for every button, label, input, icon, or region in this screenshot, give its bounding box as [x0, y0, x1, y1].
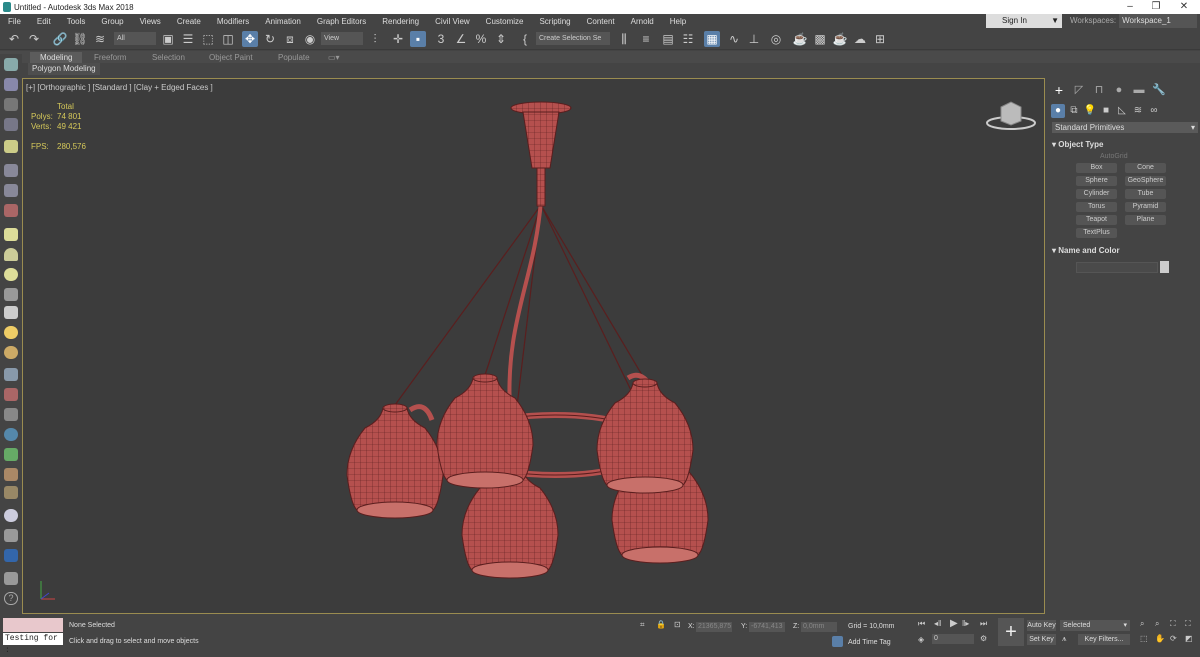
pyramid-button[interactable]: Pyramid: [1125, 202, 1166, 212]
object-color-swatch[interactable]: [1160, 261, 1169, 273]
key-mode-toggle-icon[interactable]: ◈: [918, 635, 924, 644]
orbit-icon[interactable]: ⟳: [1170, 634, 1177, 643]
lamp-shade-opening: [471, 561, 549, 579]
category-value: Standard Primitives: [1055, 123, 1125, 132]
space-warps-icon[interactable]: ≋: [1131, 104, 1145, 118]
y-label: Y:: [741, 623, 748, 630]
lamp-shade-neck: [632, 378, 658, 388]
z-coordinate-field[interactable]: 0,0mm: [801, 622, 837, 632]
lamp-shade-neck: [472, 373, 498, 383]
tube-button[interactable]: Tube: [1125, 189, 1166, 199]
downrod: [536, 167, 546, 207]
geometry-icon[interactable]: ●: [1051, 104, 1065, 118]
cameras-icon[interactable]: ■: [1099, 104, 1113, 118]
zoom-all-icon[interactable]: ⌕: [1155, 619, 1159, 629]
name-and-color-rollout[interactable]: ▾ Name and Color: [1052, 246, 1192, 255]
lamp-shade-opening: [621, 546, 699, 564]
systems-icon[interactable]: ∞: [1147, 104, 1161, 118]
utilities-tab-icon[interactable]: 🔧: [1150, 82, 1168, 98]
lamp-shade-opening: [606, 476, 684, 494]
lamp-shade: [596, 382, 694, 486]
maxscript-input[interactable]: Testing for :: [3, 633, 63, 655]
hierarchy-tab-icon[interactable]: ⊓: [1090, 82, 1108, 98]
cylinder-button[interactable]: Cylinder: [1076, 189, 1117, 199]
textplus-button[interactable]: TextPlus: [1076, 228, 1117, 238]
lamp-shade-opening: [356, 501, 434, 519]
z-label: Z:: [793, 623, 800, 630]
lamp-arm: [408, 404, 435, 421]
set-keys-button[interactable]: +: [998, 618, 1024, 646]
cone-button[interactable]: Cone: [1125, 163, 1166, 173]
chevron-down-icon: ▾: [1190, 123, 1195, 132]
modify-tab-icon[interactable]: ◸: [1070, 82, 1088, 98]
plane-button[interactable]: Plane: [1125, 215, 1166, 225]
zoom-extents-icon[interactable]: ⛶: [1170, 619, 1176, 629]
key-mode-dropdown[interactable]: Selected ▾: [1060, 620, 1130, 631]
maxscript-listener-output[interactable]: [3, 618, 63, 632]
lamp-shade: [346, 407, 444, 511]
go-to-end-icon[interactable]: ⏭: [980, 619, 987, 629]
shapes-icon[interactable]: ⧉: [1067, 104, 1081, 118]
helpers-icon[interactable]: ◺: [1115, 104, 1129, 118]
prompt-text: Click and drag to select and move object…: [69, 638, 199, 645]
lights-icon[interactable]: 💡: [1083, 104, 1097, 118]
current-frame-field[interactable]: 0: [932, 634, 974, 644]
geosphere-button[interactable]: GeoSphere: [1125, 176, 1166, 186]
chevron-down-icon: ▾: [1123, 622, 1127, 629]
autogrid-checkbox[interactable]: AutoGrid: [1100, 153, 1128, 160]
key-filters-button[interactable]: Key Filters...: [1078, 634, 1130, 645]
object-type-title: Object Type: [1058, 140, 1104, 149]
sphere-button[interactable]: Sphere: [1076, 176, 1117, 186]
play-icon[interactable]: ▶: [950, 618, 958, 629]
x-coordinate-field[interactable]: 21365,875: [696, 622, 732, 632]
zoom-icon[interactable]: ⌕: [1140, 619, 1144, 629]
lock-icon[interactable]: 🔒: [656, 620, 666, 629]
command-panel: + ◸ ⊓ ● ▬ 🔧 ● ⧉ 💡 ■ ◺ ≋ ∞ Standard Primi…: [1048, 78, 1200, 614]
default-in-out-tangents-icon[interactable]: ⩚: [1062, 634, 1067, 644]
create-tab-icon[interactable]: +: [1050, 82, 1068, 98]
time-configuration-icon[interactable]: ⚙: [980, 634, 987, 643]
teapot-button[interactable]: Teapot: [1076, 215, 1117, 225]
name-and-color-title: Name and Color: [1058, 246, 1120, 255]
field-of-view-icon[interactable]: ⬚: [1140, 634, 1148, 643]
set-key-button[interactable]: Set Key: [1027, 634, 1056, 645]
lamp-shade-opening: [446, 471, 524, 489]
suspension-wire: [540, 204, 646, 381]
zoom-extents-all-icon[interactable]: ⛶: [1185, 619, 1191, 629]
previous-frame-icon[interactable]: ◂‖: [934, 619, 941, 628]
selection-status: None Selected: [69, 622, 115, 629]
go-to-start-icon[interactable]: ⏮: [918, 619, 925, 629]
lamp-shade-neck: [382, 403, 408, 413]
canopy-cone: [522, 111, 560, 169]
add-time-tag-button[interactable]: Add Time Tag: [848, 639, 891, 646]
box-button[interactable]: Box: [1076, 163, 1117, 173]
next-frame-icon[interactable]: ‖▸: [962, 619, 969, 628]
motion-tab-icon[interactable]: ●: [1110, 82, 1128, 98]
display-tab-icon[interactable]: ▬: [1130, 82, 1148, 98]
absolute-mode-icon[interactable]: ⊡: [674, 620, 681, 629]
isolate-selection-icon[interactable]: ⌗: [640, 620, 645, 630]
maximize-viewport-icon[interactable]: ◩: [1185, 634, 1193, 643]
y-coordinate-field[interactable]: -6741,413: [749, 622, 785, 632]
torus-button[interactable]: Torus: [1076, 202, 1117, 212]
object-name-input[interactable]: [1076, 262, 1158, 273]
central-arm: [507, 199, 543, 411]
auto-key-button[interactable]: Auto Key: [1027, 620, 1056, 631]
object-type-rollout[interactable]: ▾ Object Type: [1052, 140, 1192, 149]
x-label: X:: [688, 623, 695, 630]
chandelier-model[interactable]: [0, 0, 1200, 650]
primitive-category-dropdown[interactable]: Standard Primitives ▾: [1052, 122, 1198, 133]
time-tag-icon[interactable]: [832, 636, 843, 647]
pan-icon[interactable]: ✋: [1155, 634, 1165, 643]
grid-size: Grid = 10,0mm: [848, 623, 895, 630]
key-mode-value: Selected: [1063, 622, 1091, 629]
status-bar: Testing for : None Selected Click and dr…: [0, 614, 1200, 655]
